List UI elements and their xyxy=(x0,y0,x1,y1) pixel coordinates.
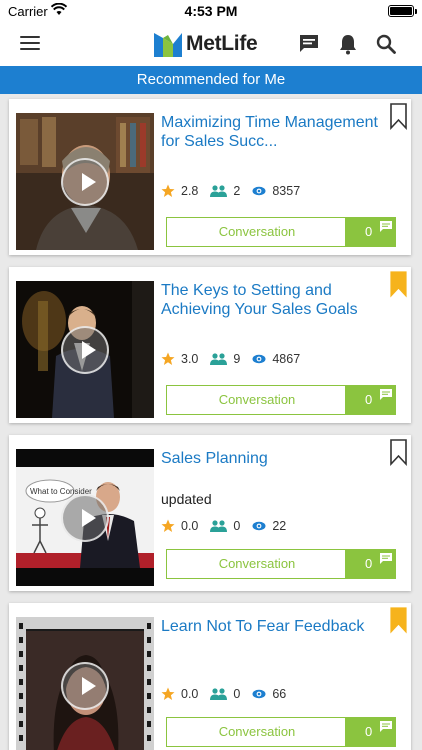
rating-value: 2.8 xyxy=(181,184,199,198)
metlife-logo-icon xyxy=(154,33,182,57)
participants-icon xyxy=(210,520,228,532)
section-header: Recommended for Me xyxy=(0,66,422,94)
bookmark-outline-icon[interactable] xyxy=(390,439,407,466)
star-icon xyxy=(161,352,175,365)
conversation-count: 0 xyxy=(365,224,373,239)
views-count: 4867 xyxy=(272,352,301,366)
conversation-count: 0 xyxy=(365,392,373,407)
video-thumbnail[interactable] xyxy=(16,281,154,418)
conversation-button[interactable]: Conversation 0 xyxy=(166,549,396,579)
content-card[interactable]: Maximizing Time Management for Sales Suc… xyxy=(9,99,411,255)
rating-value: 3.0 xyxy=(181,352,199,366)
participants-count: 2 xyxy=(233,184,241,198)
app-header: MetLife xyxy=(0,22,422,66)
video-thumbnail[interactable]: What to Consider xyxy=(16,449,154,586)
participants-count: 9 xyxy=(233,352,241,366)
chat-bubble-icon xyxy=(380,553,392,564)
views-eye-icon xyxy=(252,354,266,364)
conversation-count-badge: 0 xyxy=(345,218,395,246)
clock: 4:53 PM xyxy=(184,3,238,19)
bookmark-filled-icon[interactable] xyxy=(390,607,407,634)
conversation-count-badge: 0 xyxy=(345,550,395,578)
chat-icon[interactable] xyxy=(297,32,321,56)
card-title[interactable]: Maximizing Time Management for Sales Suc… xyxy=(161,113,383,151)
participants-icon xyxy=(210,353,228,365)
card-stats: 2.8 2 8357 xyxy=(161,183,312,199)
star-icon xyxy=(161,687,175,700)
participants-icon xyxy=(210,185,228,197)
conversation-button[interactable]: Conversation 0 xyxy=(166,385,396,415)
content-feed[interactable]: Maximizing Time Management for Sales Suc… xyxy=(0,94,422,750)
card-title[interactable]: Learn Not To Fear Feedback xyxy=(161,617,383,636)
star-icon xyxy=(161,184,175,197)
play-icon[interactable] xyxy=(61,158,109,206)
card-title[interactable]: Sales Planning xyxy=(161,449,383,468)
conversation-count: 0 xyxy=(365,724,373,739)
bookmark-filled-icon[interactable] xyxy=(390,271,407,298)
conversation-button[interactable]: Conversation 0 xyxy=(166,217,396,247)
rating-value: 0.0 xyxy=(181,519,199,533)
notification-bell-icon[interactable] xyxy=(336,32,360,56)
conversation-label: Conversation xyxy=(218,724,296,739)
play-icon[interactable] xyxy=(61,326,109,374)
conversation-label: Conversation xyxy=(218,392,296,407)
card-subtitle: updated xyxy=(161,491,212,507)
views-count: 8357 xyxy=(272,184,301,198)
card-stats: 0.0 0 22 xyxy=(161,518,298,534)
bookmark-outline-icon[interactable] xyxy=(390,103,407,130)
conversation-count-badge: 0 xyxy=(345,386,395,414)
conversation-count-badge: 0 xyxy=(345,718,395,746)
views-eye-icon xyxy=(252,521,266,531)
participants-icon xyxy=(210,688,228,700)
content-card[interactable]: What to Consider Sales Planning updated … xyxy=(9,435,411,591)
play-icon[interactable] xyxy=(61,494,109,542)
conversation-label: Conversation xyxy=(218,556,296,571)
card-stats: 3.0 9 4867 xyxy=(161,351,312,367)
star-icon xyxy=(161,519,175,532)
conversation-count: 0 xyxy=(365,556,373,571)
search-icon[interactable] xyxy=(374,32,398,56)
card-title[interactable]: The Keys to Setting and Achieving Your S… xyxy=(161,281,383,319)
hamburger-menu-icon[interactable] xyxy=(20,36,40,52)
views-count: 22 xyxy=(272,519,287,533)
play-icon[interactable] xyxy=(61,662,109,710)
video-thumbnail[interactable] xyxy=(16,617,154,750)
chat-bubble-icon xyxy=(380,389,392,400)
views-eye-icon xyxy=(252,186,266,196)
content-card[interactable]: The Keys to Setting and Achieving Your S… xyxy=(9,267,411,423)
rating-value: 0.0 xyxy=(181,687,199,701)
participants-count: 0 xyxy=(233,687,241,701)
conversation-label: Conversation xyxy=(218,224,296,239)
card-stats: 0.0 0 66 xyxy=(161,686,298,702)
status-bar: Carrier 4:53 PM xyxy=(0,0,422,22)
battery-icon xyxy=(388,5,417,17)
views-eye-icon xyxy=(252,689,266,699)
conversation-button[interactable]: Conversation 0 xyxy=(166,717,396,747)
brand-logo: MetLife xyxy=(154,30,258,58)
video-thumbnail[interactable] xyxy=(16,113,154,250)
participants-count: 0 xyxy=(233,519,241,533)
chat-bubble-icon xyxy=(380,721,392,732)
chat-bubble-icon xyxy=(380,221,392,232)
content-card[interactable]: Learn Not To Fear Feedback 0.0 0 66 Conv… xyxy=(9,603,411,750)
brand-name: MetLife xyxy=(186,32,258,55)
views-count: 66 xyxy=(272,687,287,701)
